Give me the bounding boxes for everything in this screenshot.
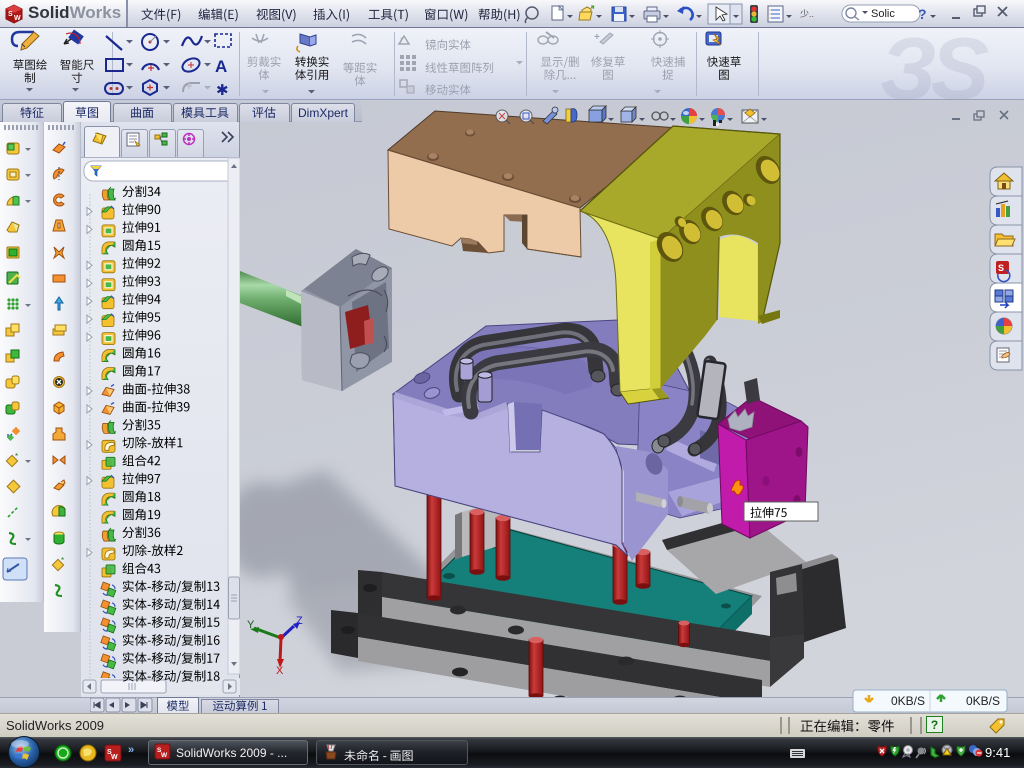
svg-text:0KB/S: 0KB/S xyxy=(966,694,1000,708)
svg-text:A: A xyxy=(215,57,227,76)
svg-text:*: * xyxy=(61,556,64,565)
svg-text:»: » xyxy=(128,744,134,756)
svg-text:✱: ✱ xyxy=(216,82,229,99)
svg-text:W: W xyxy=(14,15,21,22)
svg-text:Z: Z xyxy=(296,615,303,627)
svg-text:*: * xyxy=(15,452,18,461)
svg-text:X: X xyxy=(276,665,284,677)
svg-text:少..: 少.. xyxy=(800,9,814,19)
svg-text:+: + xyxy=(594,32,600,43)
svg-text:!: ! xyxy=(400,36,403,46)
svg-text:0KB/S: 0KB/S xyxy=(891,694,925,708)
svg-text:S: S xyxy=(8,11,13,18)
svg-text:S: S xyxy=(998,263,1004,273)
svg-text:W: W xyxy=(111,754,118,761)
svg-text:W: W xyxy=(161,752,168,759)
svg-text:Y: Y xyxy=(247,619,255,631)
